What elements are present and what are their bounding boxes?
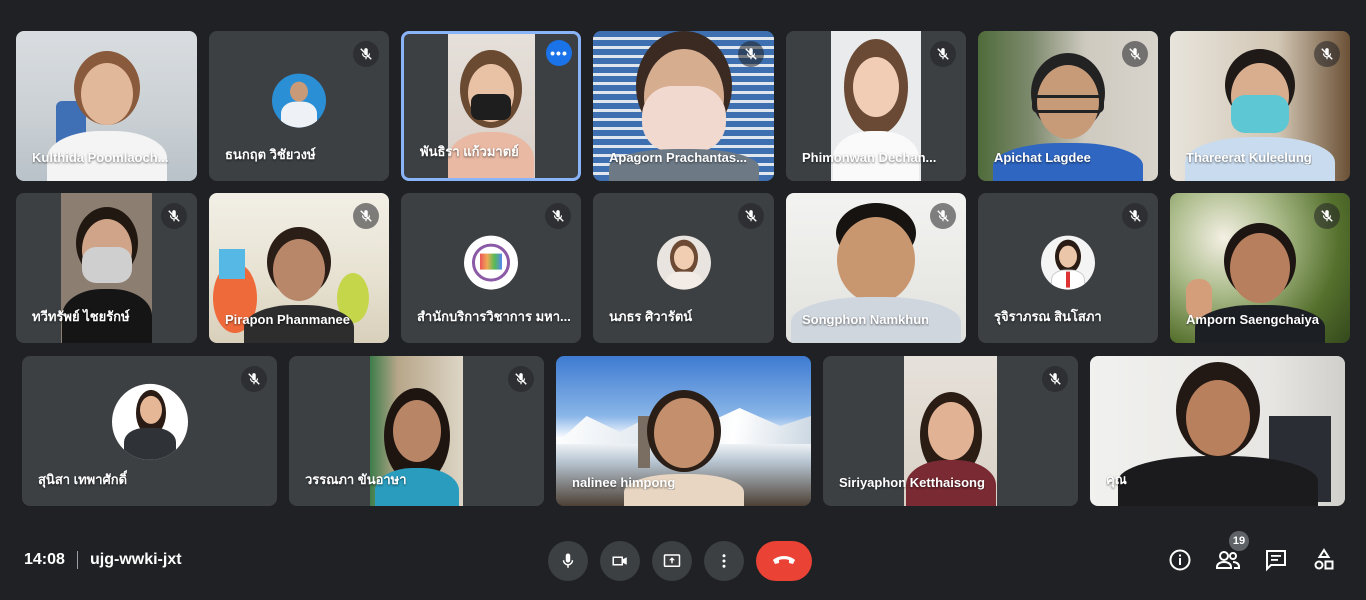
participant-tile[interactable]: วรรณภา ขันอาษา [289, 356, 544, 506]
participant-name: Amporn Saengchaiya [1186, 312, 1319, 327]
divider [77, 551, 78, 569]
present-now-button[interactable] [652, 541, 692, 581]
participant-name: รุจิราภรณ สินโสภา [994, 309, 1102, 324]
participant-tile[interactable]: Songphon Namkhun [786, 193, 966, 343]
participant-tile[interactable]: Siriyaphon Ketthaisong [823, 356, 1078, 506]
mic-off-icon [241, 366, 267, 392]
meeting-code: ujg-wwki-jxt [90, 551, 182, 568]
participant-name: nalinee himpong [572, 475, 676, 490]
camera-button[interactable] [600, 541, 640, 581]
people-icon [1216, 551, 1240, 569]
chat-icon [1266, 550, 1286, 572]
more-options-button[interactable]: ••• [546, 40, 572, 66]
participant-tile[interactable]: Amporn Saengchaiya [1170, 193, 1350, 343]
meeting-time: 14:08 [24, 551, 65, 568]
participant-tile[interactable]: Phimonwan Dechan... [786, 31, 966, 181]
self-video [1090, 356, 1345, 506]
participant-tile-active[interactable]: ••• พันธิรา แก้วมาตย์ [401, 31, 581, 181]
mic-off-icon [353, 203, 379, 229]
end-call-icon [773, 556, 795, 564]
participant-tile[interactable]: Thareerat Kuleelung [1170, 31, 1350, 181]
info-icon [1169, 549, 1191, 571]
participant-name: นภธร ศิวารัตน์ [609, 309, 693, 324]
mic-off-icon [161, 203, 187, 229]
chat-button[interactable] [1263, 547, 1289, 573]
camera-icon [612, 556, 627, 566]
participant-name: วรรณภา ขันอาษา [305, 472, 407, 487]
microphone-button[interactable] [548, 541, 588, 581]
mic-off-icon [353, 41, 379, 67]
participant-tile[interactable]: Apagorn Prachantas... [593, 31, 774, 181]
participant-name: Thareerat Kuleelung [1186, 150, 1312, 165]
mic-off-icon [1122, 41, 1148, 67]
participant-name: Songphon Namkhun [802, 312, 930, 327]
avatar [1041, 235, 1095, 290]
participant-name: Apichat Lagdee [994, 150, 1091, 165]
mic-off-icon [738, 41, 764, 67]
participant-count-badge: 19 [1229, 531, 1249, 551]
mic-off-icon [930, 41, 956, 67]
participant-name: Apagorn Prachantas... [609, 150, 747, 165]
participant-tile[interactable]: ทวีทรัพย์ ไชยรักษ์ [16, 193, 197, 343]
participant-tile[interactable]: Apichat Lagdee [978, 31, 1158, 181]
mic-off-icon [508, 366, 534, 392]
participant-tile[interactable]: Kulthida Poomlaoch... [16, 31, 197, 181]
participant-name: ทวีทรัพย์ ไชยรักษ์ [32, 309, 130, 324]
avatar [464, 235, 518, 290]
avatar [272, 73, 326, 128]
mic-off-icon [1314, 203, 1340, 229]
mic-off-icon [738, 203, 764, 229]
present-screen-icon [663, 554, 681, 567]
participant-name: สำนักบริการวิชาการ มหา... [417, 309, 571, 324]
activities-button[interactable] [1311, 547, 1337, 573]
participant-tile[interactable]: สุนิสา เทพาศักดิ์ [22, 356, 277, 506]
avatar [111, 383, 188, 460]
meeting-details-button[interactable] [1167, 547, 1193, 573]
mic-off-icon [1042, 366, 1068, 392]
participant-name: Siriyaphon Ketthaisong [839, 475, 985, 490]
participant-name: Kulthida Poomlaoch... [32, 150, 169, 165]
avatar [656, 235, 711, 290]
mic-off-icon [930, 203, 956, 229]
participant-tile[interactable]: สำนักบริการวิชาการ มหา... [401, 193, 581, 343]
more-options-button[interactable] [704, 541, 744, 581]
more-vert-icon [722, 554, 726, 568]
participant-tile[interactable]: Pirapon Phanmanee [209, 193, 389, 343]
participant-name: คุณ [1106, 472, 1127, 487]
participant-name: Phimonwan Dechan... [802, 150, 937, 165]
self-tile[interactable]: คุณ [1090, 356, 1345, 506]
participant-tile[interactable]: นภธร ศิวารัตน์ [593, 193, 774, 343]
mic-off-icon [1122, 203, 1148, 229]
leave-call-button[interactable] [756, 541, 812, 581]
activities-icon [1314, 548, 1334, 570]
participant-name: Pirapon Phanmanee [225, 312, 350, 327]
participant-name: พันธิรา แก้วมาตย์ [420, 144, 519, 159]
participant-name: ธนกฤต วิชัยวงษ์ [225, 147, 316, 162]
participant-tile[interactable]: ธนกฤต วิชัยวงษ์ [209, 31, 389, 181]
participant-tile[interactable]: nalinee himpong [556, 356, 811, 506]
participant-name: สุนิสา เทพาศักดิ์ [38, 472, 128, 487]
mic-icon [562, 553, 574, 568]
mic-off-icon [1314, 41, 1340, 67]
participant-tile[interactable]: รุจิราภรณ สินโสภา [978, 193, 1158, 343]
meeting-toolbar: 14:08 ujg-wwki-jxt [0, 520, 1366, 600]
mic-off-icon [545, 203, 571, 229]
